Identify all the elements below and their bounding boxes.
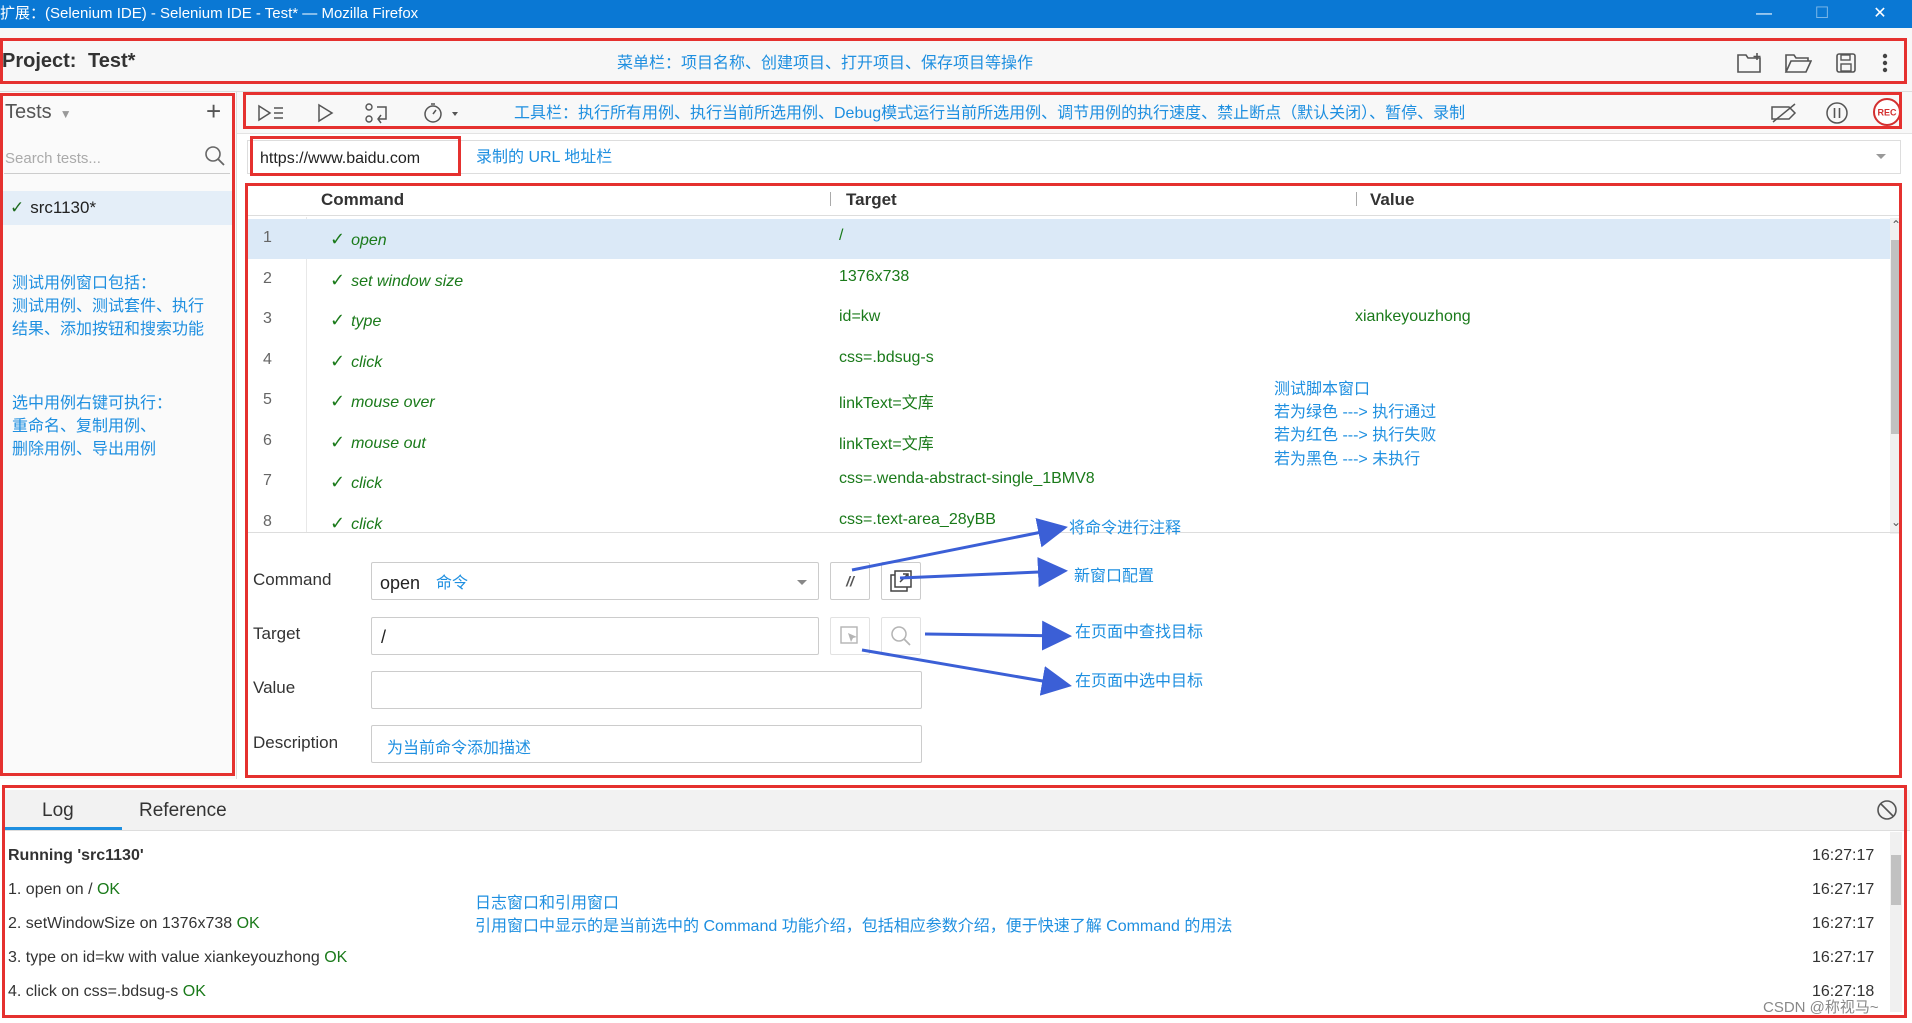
arrow-find-target: [924, 620, 1072, 651]
arrow-comment: [851, 517, 1068, 572]
arrow-new-window: [899, 557, 1068, 588]
arrow-select-target: [861, 648, 1072, 696]
annotation-arrows: [851, 517, 1072, 696]
watermark: CSDN @称视马~: [1763, 999, 1879, 1016]
